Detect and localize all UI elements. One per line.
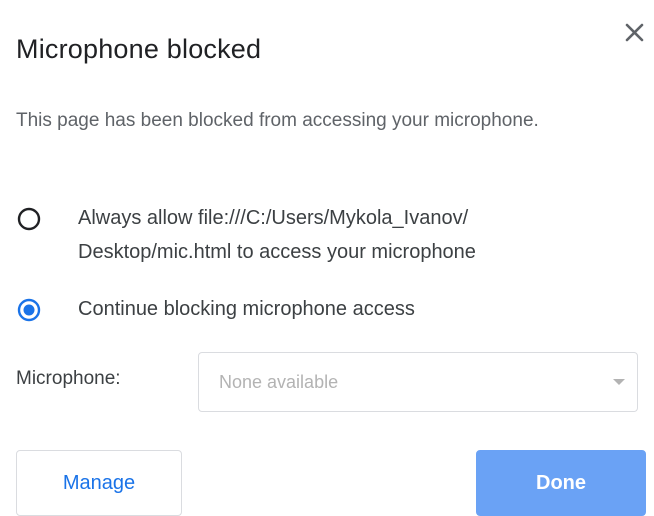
dialog-description: This page has been blocked from accessin… [16,110,539,131]
close-icon [625,23,644,42]
microphone-blocked-dialog: Microphone blocked This page has been bl… [0,0,654,516]
radio-option-always-allow[interactable]: Always allow file:///C:/Users/Mykola_Iva… [16,204,476,269]
radio-option-continue-blocking[interactable]: Continue blocking microphone access [16,295,415,326]
radio-unselected-icon[interactable] [16,206,42,232]
microphone-select-value: None available [219,372,339,392]
radio-option-continue-blocking-label: Continue blocking microphone access [78,298,415,320]
close-button[interactable] [620,18,650,48]
microphone-label: Microphone: [16,368,121,389]
radio-selected-icon[interactable] [16,297,42,323]
option-label-line-1: Always allow file:///C:/Users/Mykola_Iva… [78,207,469,229]
done-button[interactable]: Done [476,450,646,516]
manage-button[interactable]: Manage [16,450,182,516]
microphone-select[interactable]: None available [198,352,638,412]
radio-option-always-allow-label: Always allow file:///C:/Users/Mykola_Iva… [78,201,476,269]
option-label-line-2: Desktop/mic.html to access your micropho… [78,241,476,263]
chevron-down-icon [613,379,625,385]
dialog-title: Microphone blocked [16,34,262,64]
